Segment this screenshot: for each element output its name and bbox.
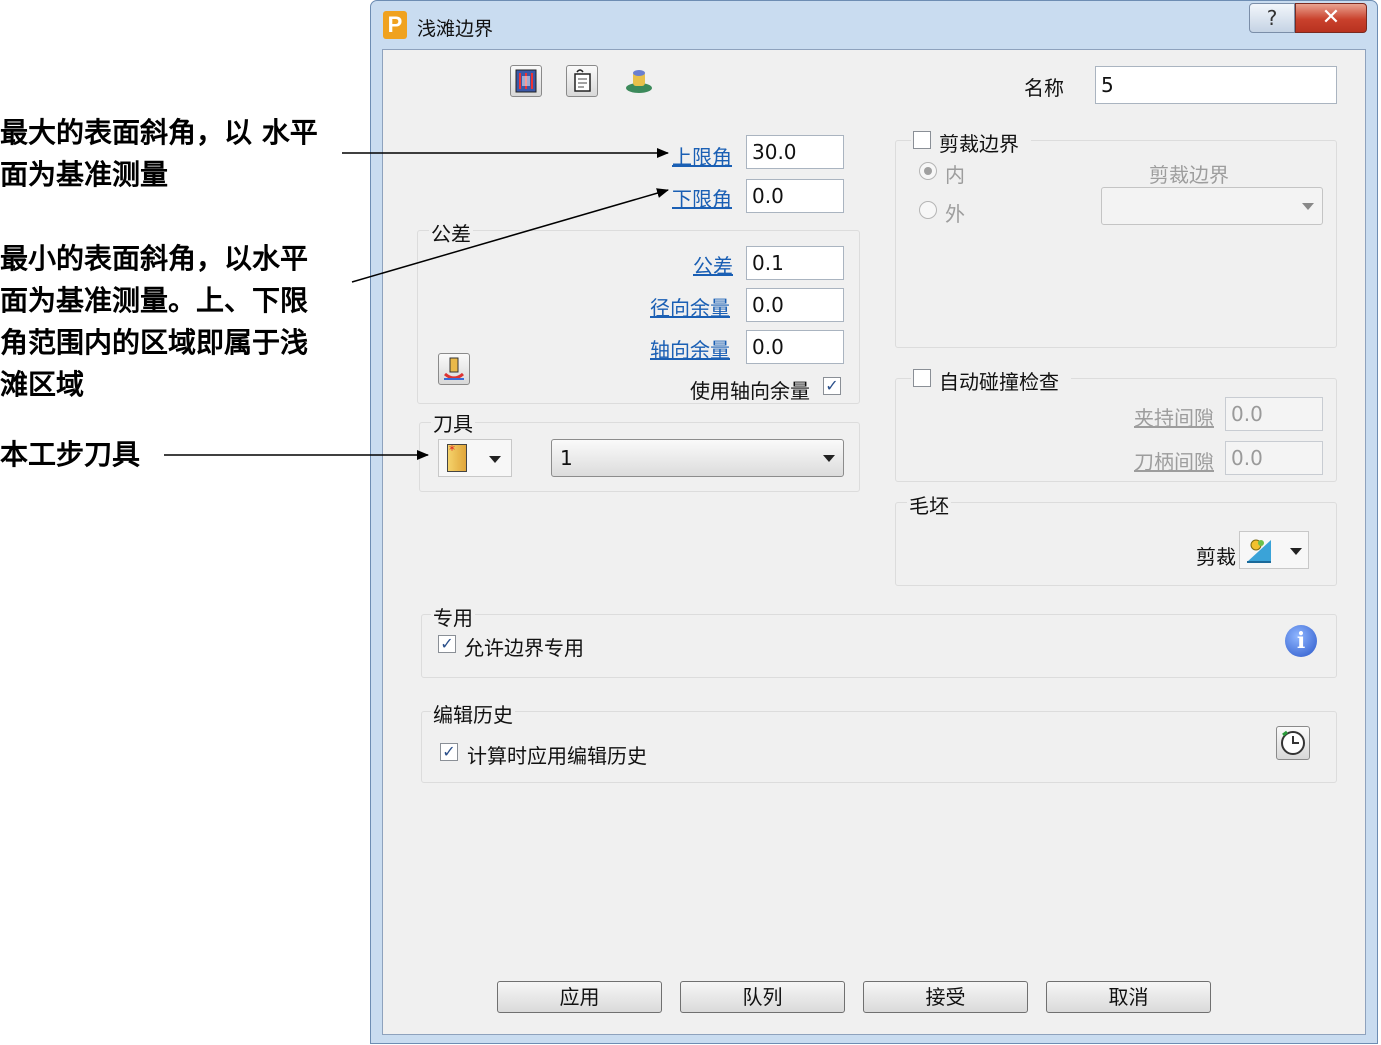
lower-angle-arrow — [351, 188, 669, 283]
annotation-arrows — [164, 148, 669, 460]
